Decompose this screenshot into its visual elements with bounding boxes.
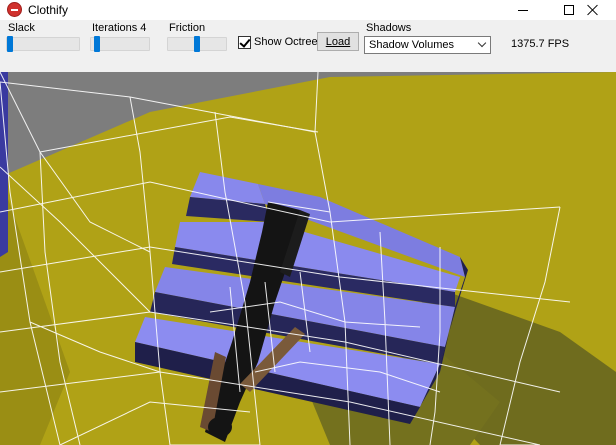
friction-slider-thumb[interactable] (194, 36, 200, 52)
chevron-down-icon (477, 38, 487, 48)
show-octree-checkbox[interactable] (238, 36, 251, 49)
render-viewport[interactable] (0, 72, 616, 445)
load-button[interactable]: Load (317, 32, 359, 51)
minimize-icon (518, 9, 528, 11)
close-icon (587, 4, 599, 16)
scene-canvas[interactable] (0, 72, 616, 445)
shadows-label: Shadows (366, 22, 412, 34)
load-button-label: Load (325, 35, 351, 48)
show-octree-label[interactable]: Show Octree (254, 36, 318, 48)
friction-slider[interactable] (167, 36, 227, 52)
fps-counter: 1375.7 FPS (511, 38, 570, 50)
minimize-button[interactable] (500, 0, 546, 20)
figure-head (208, 417, 232, 437)
window-title: Clothify (28, 3, 69, 17)
close-button[interactable] (570, 0, 616, 20)
shadows-select[interactable]: Shadow Volumes (364, 36, 491, 54)
iterations-slider[interactable] (90, 36, 150, 52)
iterations-slider-thumb[interactable] (94, 36, 100, 52)
title-bar: Clothify (0, 0, 616, 20)
slack-slider[interactable] (6, 36, 80, 52)
app-icon (7, 2, 22, 17)
slack-slider-thumb[interactable] (7, 36, 13, 52)
iterations-label: Iterations 4 (92, 22, 147, 34)
shadows-select-value: Shadow Volumes (369, 39, 454, 51)
toolbar: Slack Iterations 4 Friction Show Octree … (0, 20, 616, 72)
slack-label: Slack (8, 22, 35, 34)
friction-label: Friction (169, 22, 206, 34)
